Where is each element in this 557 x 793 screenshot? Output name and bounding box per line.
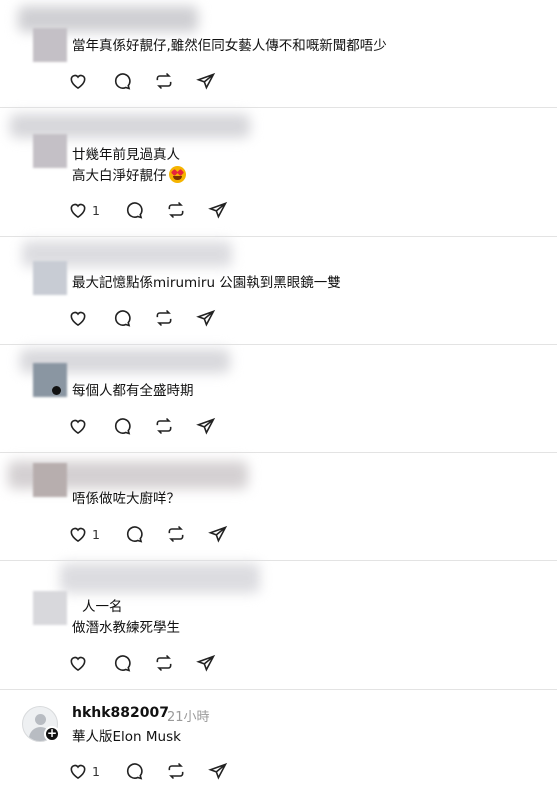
post-text: 人一名 <box>82 599 123 615</box>
reply-button[interactable] <box>124 761 166 781</box>
post-actions <box>68 306 216 330</box>
heart-icon <box>70 419 86 435</box>
heart-icon <box>70 764 86 780</box>
share-button[interactable] <box>196 653 216 673</box>
heart-icon <box>70 656 86 672</box>
post-text: 高大白淨好靚仔 <box>72 166 186 187</box>
like-button[interactable] <box>68 308 112 328</box>
share-button[interactable] <box>196 308 216 328</box>
post-6: 人一名 做潛水教練死學生 <box>0 561 557 689</box>
avatar[interactable] <box>33 363 67 397</box>
post-text: 華人版Elon Musk <box>72 729 181 745</box>
comment-icon <box>115 655 131 672</box>
like-button[interactable] <box>68 653 112 673</box>
send-icon <box>196 72 216 90</box>
avatar[interactable] <box>33 28 67 62</box>
post-actions <box>68 651 216 675</box>
repost-button[interactable] <box>154 308 196 328</box>
repost-button[interactable] <box>166 524 208 544</box>
heart-icon <box>70 74 86 90</box>
post-actions <box>68 69 216 93</box>
share-button[interactable] <box>208 200 228 220</box>
post-text: 唔係做咗大廚咩？ <box>72 491 180 507</box>
share-button[interactable] <box>208 761 228 781</box>
reply-button[interactable] <box>112 653 154 673</box>
avatar[interactable] <box>33 591 67 625</box>
comment-icon <box>115 418 131 435</box>
post-text: 每個人都有全盛時期 <box>72 383 194 399</box>
post-2: 廿幾年前見過真人 高大白淨好靚仔 1 <box>0 108 557 236</box>
send-icon <box>196 417 216 435</box>
share-button[interactable] <box>196 71 216 91</box>
comment-icon <box>127 763 143 780</box>
send-icon <box>196 654 216 672</box>
share-button[interactable] <box>196 416 216 436</box>
send-icon <box>208 201 228 219</box>
post-actions: 1 <box>68 759 228 783</box>
repost-button[interactable] <box>154 416 196 436</box>
send-icon <box>208 762 228 780</box>
avatar[interactable] <box>33 463 67 497</box>
reply-button[interactable] <box>112 308 154 328</box>
follow-badge[interactable] <box>52 386 61 395</box>
repost-icon <box>156 309 172 327</box>
post-3: 最大記憶點係mirumiru 公園執到黑眼鏡一雙 <box>0 237 557 344</box>
heart-icon <box>70 311 86 327</box>
send-icon <box>208 525 228 543</box>
repost-icon <box>168 525 184 543</box>
like-count: 1 <box>92 763 100 779</box>
comment-icon <box>127 202 143 219</box>
reply-button[interactable] <box>112 71 154 91</box>
share-button[interactable] <box>208 524 228 544</box>
repost-icon <box>168 201 184 219</box>
like-count: 1 <box>92 202 100 218</box>
repost-icon <box>156 72 172 90</box>
like-count: 1 <box>92 526 100 542</box>
heart-icon <box>70 527 86 543</box>
like-button[interactable]: 1 <box>68 200 124 220</box>
like-button[interactable] <box>68 71 112 91</box>
repost-button[interactable] <box>154 653 196 673</box>
post-text: 最大記憶點係mirumiru 公園執到黑眼鏡一雙 <box>72 275 341 291</box>
post-5: 唔係做咗大廚咩？ 1 <box>0 453 557 560</box>
post-4: 每個人都有全盛時期 <box>0 345 557 452</box>
like-button[interactable]: 1 <box>68 524 124 544</box>
post-1: 當年真係好靚仔,雖然佢同女藝人傳不和嘅新聞都唔少 <box>0 0 557 107</box>
post-text: 做潛水教練死學生 <box>72 620 180 636</box>
reply-button[interactable] <box>124 524 166 544</box>
avatar[interactable] <box>33 261 67 295</box>
like-button[interactable] <box>68 416 112 436</box>
comment-icon <box>127 526 143 543</box>
post-actions: 1 <box>68 522 228 546</box>
repost-button[interactable] <box>166 761 208 781</box>
repost-icon <box>156 654 172 672</box>
post-text: 廿幾年前見過真人 <box>72 147 180 163</box>
comment-icon <box>115 73 131 90</box>
repost-button[interactable] <box>166 200 208 220</box>
divider <box>0 689 557 690</box>
star-struck-emoji <box>168 166 186 183</box>
repost-button[interactable] <box>154 71 196 91</box>
plus-icon[interactable]: + <box>44 726 60 742</box>
timestamp[interactable]: 21小時 <box>167 706 210 725</box>
post-actions: 1 <box>68 198 228 222</box>
reply-button[interactable] <box>112 416 154 436</box>
post-text: 當年真係好靚仔,雖然佢同女藝人傳不和嘅新聞都唔少 <box>72 38 387 54</box>
comment-icon <box>115 310 131 327</box>
reply-button[interactable] <box>124 200 166 220</box>
repost-icon <box>156 417 172 435</box>
send-icon <box>196 309 216 327</box>
like-button[interactable]: 1 <box>68 761 124 781</box>
heart-icon <box>70 203 86 219</box>
repost-icon <box>168 762 184 780</box>
post-actions <box>68 414 216 438</box>
avatar[interactable] <box>33 134 67 168</box>
username[interactable]: hkhk882007 <box>72 705 169 721</box>
